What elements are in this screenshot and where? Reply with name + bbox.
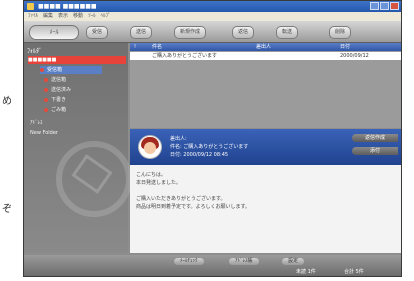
page-side-char-bottom: ぞ bbox=[2, 204, 12, 215]
close-button[interactable] bbox=[390, 2, 399, 10]
column-date[interactable]: 日付 bbox=[336, 43, 400, 51]
sent-icon bbox=[44, 87, 48, 92]
sender-avatar bbox=[138, 135, 162, 159]
total-count: 合計 5件 bbox=[344, 269, 364, 275]
message-line: こんにちは。 bbox=[136, 172, 167, 178]
menu-bar: ﾌｧｲﾙ 編集 表示 移動 ﾂｰﾙ ﾍﾙﾌﾟ bbox=[24, 12, 401, 21]
sidebar-item-outbox[interactable]: 送信箱 bbox=[44, 76, 66, 84]
trash-icon bbox=[44, 107, 48, 112]
toolbar: ﾒｰﾙ 受信 送信 新規作成 返信 転送 削除 bbox=[24, 21, 401, 43]
title-bar: ■■■■ ■■■■■■ bbox=[24, 1, 401, 12]
check-mail-button[interactable]: ﾒｰﾙﾁｪｯｸ bbox=[174, 258, 204, 265]
forward-button[interactable]: 転送 bbox=[276, 26, 299, 39]
column-from[interactable]: 差出人 bbox=[252, 43, 336, 51]
message-list-header: ! 件名 差出人 日付 bbox=[130, 43, 401, 51]
message-line: ご購入いただきありがとうございます。 bbox=[136, 196, 226, 202]
receive-button[interactable]: 受信 bbox=[86, 26, 109, 39]
menu-go[interactable]: 移動 bbox=[73, 12, 83, 21]
delete-button[interactable]: 削除 bbox=[329, 26, 352, 39]
attachment-button[interactable]: 添付 bbox=[352, 147, 398, 155]
window-controls bbox=[370, 2, 399, 10]
reply-compose-button[interactable]: 返信作成 bbox=[352, 134, 398, 142]
row-from bbox=[252, 52, 336, 60]
preview-header: 差出人: 件名: ご購入ありがとうございます 日付: 2000/09/12 08… bbox=[130, 129, 401, 165]
inbox-icon bbox=[40, 67, 44, 72]
sidebar-item-label: 送信箱 bbox=[51, 77, 67, 83]
sidebar-item-trash[interactable]: ごみ箱 bbox=[44, 106, 66, 114]
menu-view[interactable]: 表示 bbox=[58, 12, 68, 21]
compose-button[interactable]: 新規作成 bbox=[174, 26, 207, 39]
sidebar-item-label: 送信済み bbox=[51, 87, 72, 93]
page-side-char-top: め bbox=[2, 96, 12, 107]
menu-edit[interactable]: 編集 bbox=[43, 12, 53, 21]
send-button[interactable]: 送信 bbox=[130, 26, 153, 39]
sidebar-item-label: ごみ箱 bbox=[51, 107, 67, 113]
row-flag bbox=[130, 52, 148, 60]
address-book-button[interactable]: ｱﾄﾞﾚｽ帳 bbox=[229, 258, 259, 265]
message-line: 商品は明日到着予定です。よろしくお願いします。 bbox=[136, 204, 251, 210]
unread-count: 未読 1件 bbox=[296, 269, 316, 275]
window-title: ■■■■ ■■■■■■ bbox=[38, 3, 97, 10]
sidebar-item-label: New Folder bbox=[30, 130, 58, 136]
row-subject: ご購入ありがとうございます bbox=[152, 53, 218, 59]
sidebar-header: ﾌｫﾙﾀﾞ bbox=[27, 48, 43, 55]
sidebar-item-address[interactable]: ｱﾄﾞﾚｽ bbox=[30, 119, 43, 127]
menu-file[interactable]: ﾌｧｲﾙ bbox=[28, 12, 38, 21]
table-row[interactable]: ご購入ありがとうございます 2000/09/12 bbox=[130, 52, 401, 60]
message-preview: 差出人: 件名: ご購入ありがとうございます 日付: 2000/09/12 08… bbox=[130, 129, 401, 253]
folder-sidebar: ﾌｫﾙﾀﾞ ■■■■■■ 受信箱 送信箱 送信済み 下書き ごみ箱 ｱﾄﾞﾚｽ … bbox=[24, 43, 132, 253]
status-bar: ﾒｰﾙﾁｪｯｸ ｱﾄﾞﾚｽ帳 設定 未読 1件 合計 5件 bbox=[24, 255, 401, 276]
avatar-face bbox=[144, 142, 156, 154]
drafts-icon bbox=[44, 97, 48, 102]
menu-help[interactable]: ﾍﾙﾌﾟ bbox=[101, 12, 111, 21]
menu-tools[interactable]: ﾂｰﾙ bbox=[88, 12, 96, 21]
sidebar-item-label: 下書き bbox=[51, 97, 67, 103]
column-flag[interactable]: ! bbox=[130, 43, 148, 51]
settings-button[interactable]: 設定 bbox=[282, 258, 305, 265]
maximize-button[interactable] bbox=[380, 2, 389, 10]
minimize-button[interactable] bbox=[370, 2, 379, 10]
app-icon bbox=[27, 3, 34, 10]
row-date: 2000/09/12 bbox=[340, 53, 369, 59]
mail-client-window: ■■■■ ■■■■■■ ﾌｧｲﾙ 編集 表示 移動 ﾂｰﾙ ﾍﾙﾌﾟ ﾒｰﾙ 受… bbox=[23, 0, 402, 277]
account-label: ■■■■■■ bbox=[28, 57, 57, 63]
sidebar-item-new-folder[interactable]: New Folder bbox=[30, 129, 58, 137]
app-logo: ﾒｰﾙ bbox=[29, 25, 79, 40]
preview-from: 差出人: bbox=[170, 136, 187, 142]
reply-button[interactable]: 返信 bbox=[232, 26, 255, 39]
sidebar-item-label: ｱﾄﾞﾚｽ bbox=[30, 120, 43, 126]
sidebar-item-drafts[interactable]: 下書き bbox=[44, 96, 66, 104]
sidebar-item-sent[interactable]: 送信済み bbox=[44, 86, 71, 94]
outbox-icon bbox=[44, 77, 48, 82]
message-list: ! 件名 差出人 日付 ご購入ありがとうございます 2000/09/12 bbox=[130, 43, 401, 128]
preview-date: 日付: 2000/09/12 08:45 bbox=[170, 152, 229, 158]
sidebar-item-inbox[interactable]: 受信箱 bbox=[40, 66, 102, 74]
message-line: 本日発送しました。 bbox=[136, 180, 182, 186]
sidebar-account[interactable]: ■■■■■■ bbox=[28, 56, 126, 64]
sidebar-item-label: 受信箱 bbox=[47, 67, 63, 73]
preview-subject: 件名: ご購入ありがとうございます bbox=[170, 144, 249, 150]
column-subject[interactable]: 件名 bbox=[148, 43, 252, 51]
